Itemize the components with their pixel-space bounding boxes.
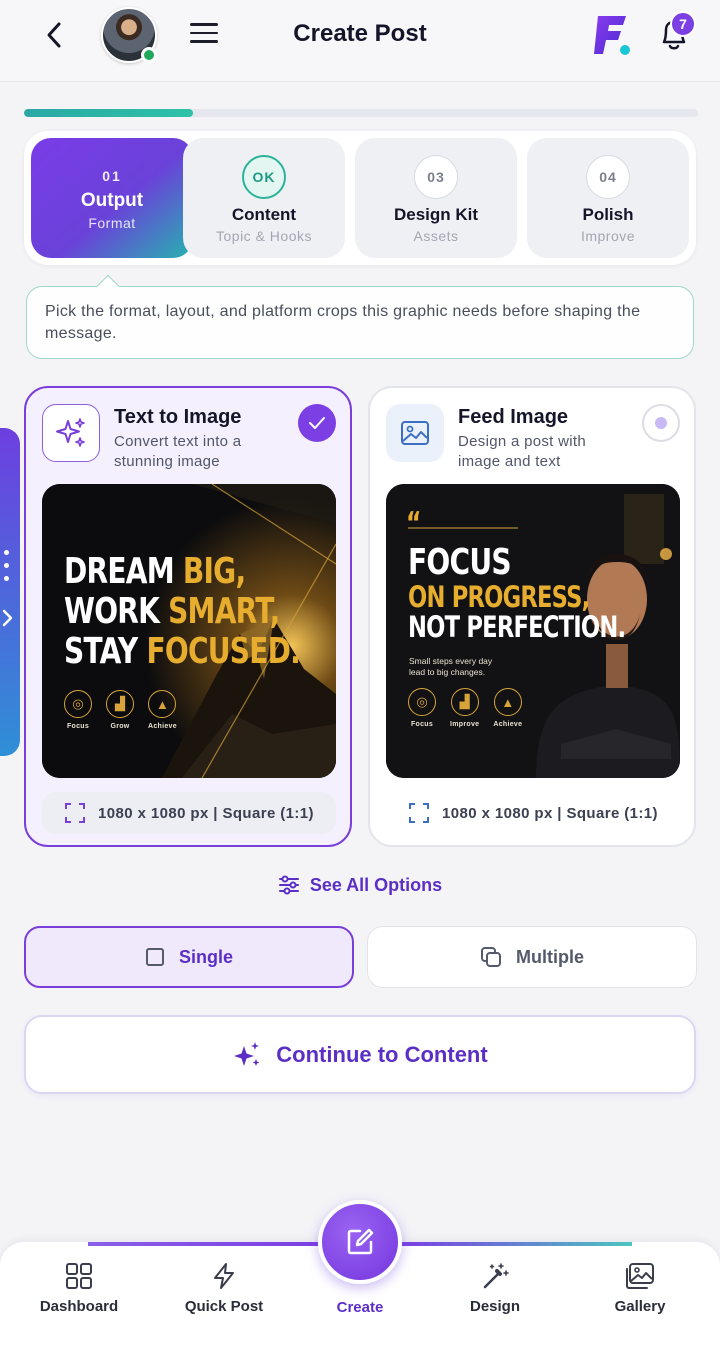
page-title: Create Post (293, 20, 427, 47)
sparkles-icon (234, 1041, 260, 1066)
crop-frame-icon (409, 803, 430, 823)
poster-icon-row: ◎ Focus ▟ Grow ▲ Achieve (64, 690, 187, 730)
size-info: 1080 x 1080 px | Square (1:1) (386, 792, 680, 834)
nav-quick-post[interactable]: Quick Post (164, 1262, 284, 1315)
sparkles-icon-box (42, 404, 100, 462)
step-number: OK (242, 155, 286, 199)
chevron-left-icon (47, 22, 61, 48)
step-number: 01 (102, 168, 122, 184)
format-card-text-to-image[interactable]: Text to Image Convert text into a stunni… (24, 386, 352, 847)
nav-gallery[interactable]: Gallery (580, 1262, 700, 1315)
single-mode-button[interactable]: Single (24, 926, 354, 988)
lightning-icon (214, 1263, 234, 1289)
see-all-options-link[interactable]: See All Options (260, 872, 460, 898)
wizard-steps: 01 Output Format OK Content Topic & Hook… (24, 131, 696, 265)
step-subtitle: Improve (580, 228, 636, 244)
step-polish[interactable]: 04 Polish Improve (527, 138, 689, 258)
step-subtitle: Topic & Hooks (216, 228, 312, 244)
poster-tagline: Small steps every day lead to big changes… (409, 656, 493, 677)
gallery-icon (626, 1263, 654, 1289)
step-content[interactable]: OK Content Topic & Hooks (183, 138, 345, 258)
text-to-image-preview: Dream Big, Work Smart, Stay Focused. ◎ Fo… (42, 484, 336, 778)
step-number: 03 (414, 155, 458, 199)
target-icon: ◎ (408, 688, 436, 716)
nav-dashboard[interactable]: Dashboard (19, 1262, 139, 1315)
card-title: Text to Image (114, 406, 242, 428)
step-title: Output (80, 190, 144, 211)
chart-icon: ▟ (450, 688, 479, 716)
step-title: Design Kit (393, 205, 479, 224)
size-info: 1080 x 1080 px | Square (1:1) (42, 792, 336, 834)
multiple-mode-button[interactable]: Multiple (367, 926, 697, 988)
radio-unselected[interactable] (642, 404, 680, 442)
selected-check-icon (298, 404, 336, 442)
feed-image-preview: “ Focus On Progress, Not Perfection. Sma… (386, 484, 680, 778)
step-title: Content (231, 205, 297, 224)
card-description: Design a post with image and text (458, 433, 586, 470)
poster-headline-line2: On Progress, (408, 580, 590, 614)
chevron-right-icon (2, 609, 13, 627)
grid-icon (66, 1263, 92, 1289)
edit-square-icon (347, 1228, 374, 1255)
nav-create[interactable]: Create (300, 1262, 420, 1316)
hamburger-icon (190, 23, 218, 26)
card-title: Feed Image (458, 406, 569, 428)
drag-handle-icon (4, 550, 9, 589)
step-hint: Pick the format, layout, and platform cr… (26, 286, 694, 359)
app-header: Create Post 7 (0, 0, 720, 82)
square-icon (145, 948, 164, 966)
magic-wand-icon (483, 1263, 509, 1289)
nav-design[interactable]: Design (435, 1262, 555, 1315)
nav-label: Quick Post (184, 1298, 264, 1315)
image-icon-box (386, 404, 444, 462)
quote-mark: “ (406, 506, 422, 541)
sparkles-icon (56, 418, 85, 447)
continue-to-content-button[interactable]: Continue to Content (24, 1015, 696, 1094)
back-button[interactable] (40, 20, 68, 50)
nav-accent-line (402, 1242, 632, 1246)
avatar[interactable] (101, 7, 157, 63)
copy-icon (481, 947, 501, 967)
poster-headline-line1: Focus (408, 542, 512, 583)
wizard-progress-bar (24, 109, 698, 117)
nav-label: Gallery (614, 1298, 666, 1315)
step-subtitle: Assets (413, 228, 459, 244)
online-status-dot (141, 47, 157, 63)
nav-label: Create (336, 1299, 384, 1316)
crop-frame-icon (65, 803, 86, 823)
brand-logo-icon (594, 16, 630, 55)
nav-label: Dashboard (39, 1298, 119, 1315)
nav-label: Design (469, 1298, 520, 1315)
step-output[interactable]: 01 Output Format (31, 138, 193, 258)
mountain-icon: ▲ (493, 688, 522, 716)
progress-fill (24, 109, 193, 117)
side-drawer-tab[interactable] (0, 428, 20, 756)
card-description: Convert text into a stunning image (114, 433, 242, 470)
step-number: 04 (586, 155, 630, 199)
image-icon (401, 421, 429, 445)
format-card-feed-image[interactable]: Feed Image Design a post with image and … (368, 386, 696, 847)
poster-headline: Dream Big, Work Smart, Stay Focused. (64, 551, 301, 672)
poster-headline-line3: Not Perfection. (408, 610, 626, 644)
menu-button[interactable] (188, 23, 220, 47)
sliders-icon (278, 875, 299, 895)
notification-badge: 7 (670, 11, 696, 37)
nav-accent-line (88, 1242, 318, 1246)
poster-icon-row: ◎ Focus ▟ Improve ▲ Achieve (408, 688, 532, 728)
step-subtitle: Format (88, 215, 136, 231)
step-design-kit[interactable]: 03 Design Kit Assets (355, 138, 517, 258)
target-icon: ◎ (64, 690, 92, 718)
chart-icon: ▟ (106, 690, 134, 718)
mountain-icon: ▲ (148, 690, 177, 718)
step-title: Polish (582, 205, 634, 224)
